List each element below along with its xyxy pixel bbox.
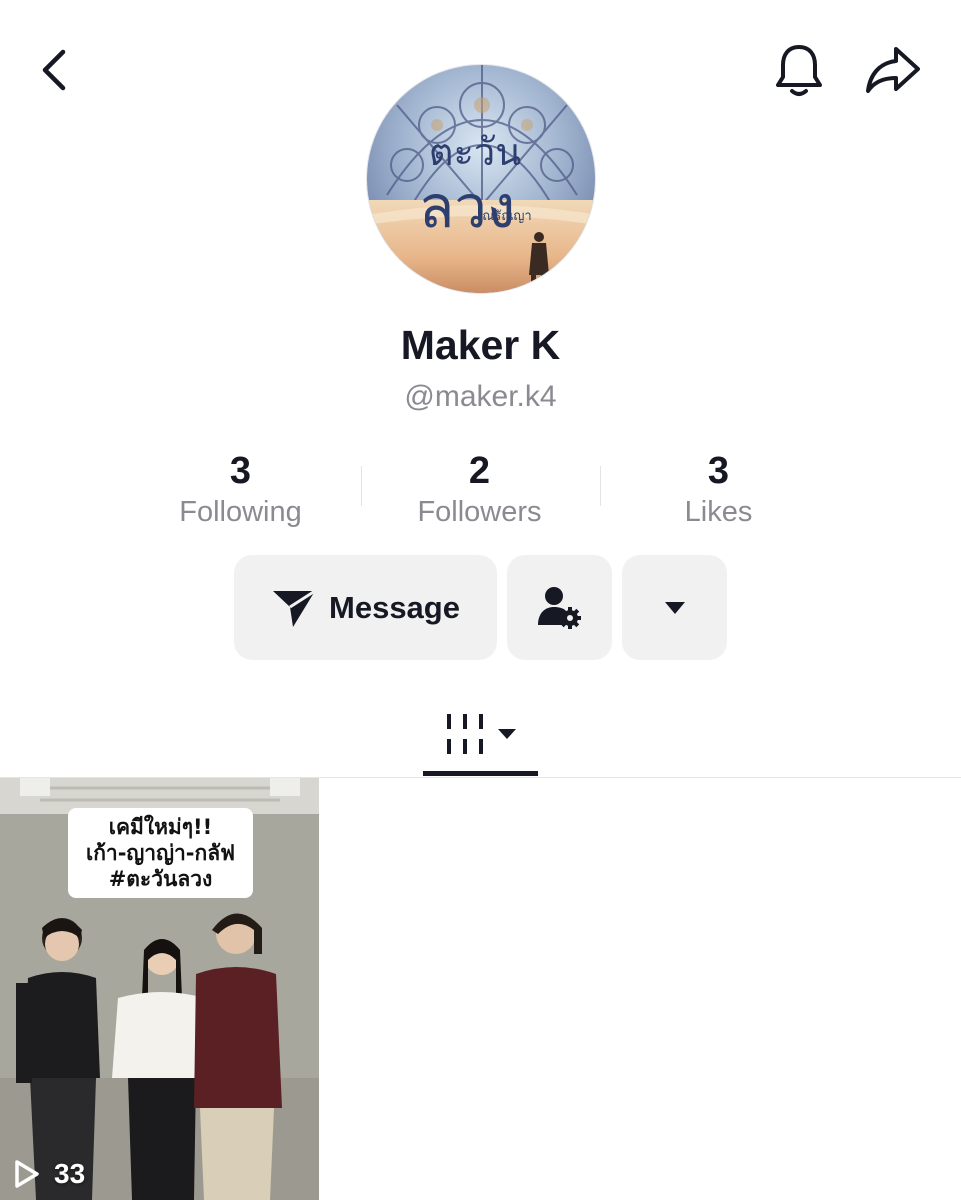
avatar-title-line2: ลวง: [419, 173, 515, 241]
avatar-author: ณรัณญา: [482, 209, 531, 224]
message-button-label: Message: [329, 589, 460, 625]
stat-following-label: Following: [179, 496, 302, 528]
active-tab-indicator: [423, 771, 538, 776]
message-button[interactable]: Message: [234, 555, 497, 660]
caret-down-icon: [664, 601, 685, 614]
caption-line: #ตะวันลวง: [108, 867, 213, 891]
stat-following[interactable]: 3 Following: [121, 448, 360, 538]
stat-followers[interactable]: 2 Followers: [360, 448, 599, 538]
send-icon: [273, 589, 316, 627]
more-options-button[interactable]: [622, 555, 727, 660]
share-arrow-icon: [866, 47, 920, 93]
stat-followers-label: Followers: [417, 496, 542, 528]
play-icon: [15, 1160, 39, 1188]
play-count: 33: [14, 1158, 85, 1190]
profile-name: Maker K: [400, 322, 561, 368]
tab-videos[interactable]: [423, 690, 538, 778]
chevron-left-icon: [42, 49, 66, 91]
caption-line: เก้า-ญาญ่า-กลัฟ: [86, 841, 235, 865]
stat-following-value: 3: [229, 450, 252, 492]
profile-stats: 3 Following 2 Followers 3 Likes: [121, 448, 839, 538]
back-button[interactable]: [26, 40, 82, 100]
friend-settings-button[interactable]: [507, 555, 612, 660]
caption-line: เคมีใหม่ๆ!!: [108, 815, 213, 839]
avatar-artwork: ตะวัน ลวง ณรัณญา: [367, 65, 595, 293]
notification-button[interactable]: [768, 38, 830, 102]
profile-avatar[interactable]: ตะวัน ลวง ณรัณญา: [366, 64, 596, 294]
bell-icon: [776, 45, 822, 96]
profile-handle: @maker.k4: [404, 380, 557, 413]
stat-divider: [600, 466, 601, 506]
video-thumbnail[interactable]: เคมีใหม่ๆ!! เก้า-ญาญ่า-กลัฟ #ตะวันลวง 33: [0, 778, 319, 1200]
stat-likes-value: 3: [707, 450, 730, 492]
content-tab-bar: [0, 690, 961, 778]
stat-likes: 3 Likes: [599, 448, 838, 538]
video-caption: เคมีใหม่ๆ!! เก้า-ญาญ่า-กลัฟ #ตะวันลวง: [68, 808, 253, 898]
stat-divider: [361, 466, 362, 506]
play-count-value: 33: [54, 1158, 86, 1189]
avatar-title-line1: ตะวัน: [429, 130, 521, 174]
video-grid: เคมีใหม่ๆ!! เก้า-ญาญ่า-กลัฟ #ตะวันลวง 33: [0, 778, 961, 1200]
caret-down-icon: [497, 729, 516, 739]
share-button[interactable]: [860, 38, 926, 102]
video-grid-icon: [446, 714, 483, 754]
stat-likes-label: Likes: [684, 496, 753, 528]
user-settings-icon: [537, 586, 581, 629]
stat-followers-value: 2: [468, 450, 491, 492]
